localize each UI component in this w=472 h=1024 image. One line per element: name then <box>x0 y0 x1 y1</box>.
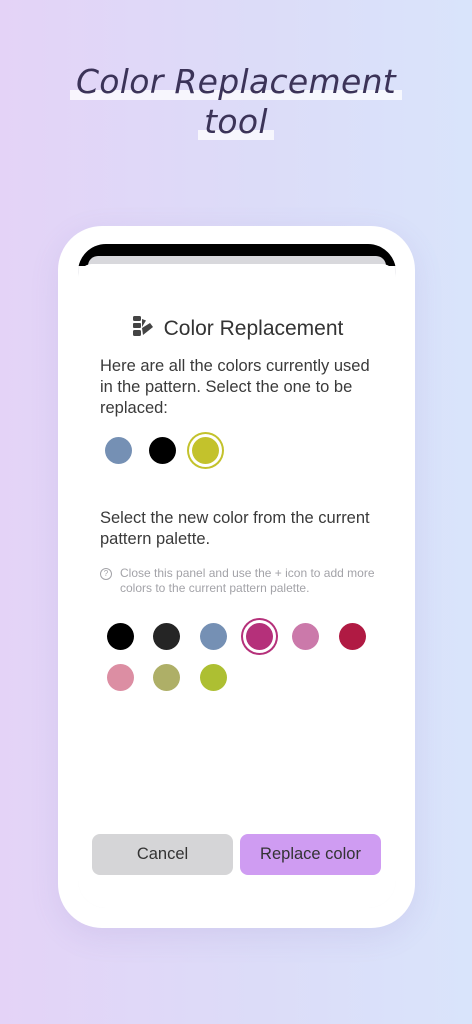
current-color-swatch-selected[interactable] <box>192 437 219 464</box>
palette-color-swatch[interactable] <box>153 623 181 650</box>
question-circle-icon: ? <box>100 568 112 580</box>
new-color-instructions: Select the new color from the current pa… <box>100 509 370 548</box>
palette-color-swatch[interactable] <box>153 664 181 691</box>
palette-hint: ? Close this panel and use the + icon to… <box>100 566 375 596</box>
panel-title: Color Replacement <box>163 317 344 340</box>
palette-color-swatch[interactable] <box>292 623 320 650</box>
current-color-swatch[interactable] <box>148 437 176 464</box>
intro-text: Here are all the colors currently used i… <box>100 357 370 417</box>
current-color-swatch[interactable] <box>105 437 132 464</box>
palette-color-swatch[interactable] <box>107 664 134 691</box>
replace-color-button[interactable]: Replace color <box>240 834 381 875</box>
color-replacement-panel: Color Replacement Here are all the color… <box>78 264 396 908</box>
headline-line-2: tool <box>198 102 274 142</box>
palette-color-swatch[interactable] <box>107 623 134 650</box>
status-bar <box>78 244 396 266</box>
cancel-button[interactable]: Cancel <box>92 834 233 875</box>
palette-color-swatch[interactable] <box>338 623 366 650</box>
palette-swatch-icon <box>131 314 164 344</box>
palette-color-swatch[interactable] <box>199 664 227 691</box>
hint-text: Close this panel and use the + icon to a… <box>120 566 375 595</box>
phone-screen: Color Replacement Here are all the color… <box>78 244 396 908</box>
palette-color-swatch[interactable] <box>199 623 227 650</box>
panel-header: Color Replacement <box>78 314 396 344</box>
headline-line-1: Color Replacement <box>69 62 403 102</box>
palette-color-swatch-selected[interactable] <box>245 623 273 650</box>
